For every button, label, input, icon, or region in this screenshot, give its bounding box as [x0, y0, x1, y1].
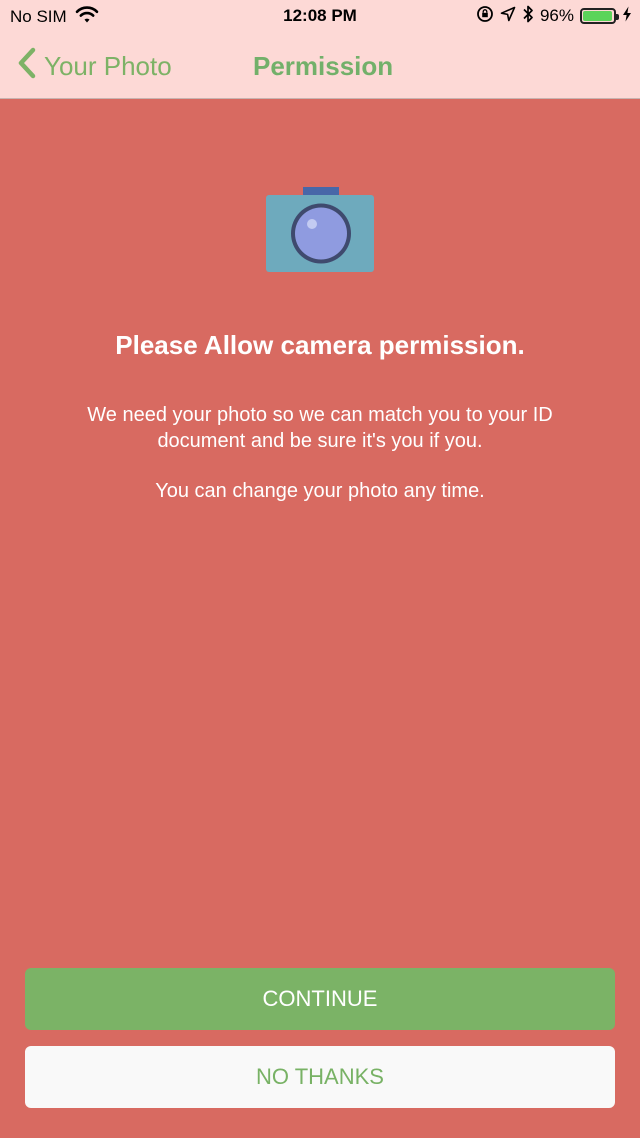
description-paragraph: We need your photo so we can match you t…	[87, 404, 553, 452]
back-button-label: Your Photo	[44, 50, 172, 81]
status-right: 96%	[476, 5, 632, 27]
battery-percent: 96%	[539, 6, 574, 25]
lock-rotation-icon	[476, 5, 494, 28]
description-paragraph: You can change your photo any time.	[155, 480, 485, 502]
page-title: Permission	[253, 51, 394, 81]
charging-bolt-icon	[622, 6, 632, 27]
header-area: No SIM 12:08 PM 96% Your Photo Permissio…	[0, 0, 640, 99]
battery-fill	[583, 11, 612, 21]
chevron-left-icon	[16, 47, 38, 86]
navigation-bar: Your Photo Permission	[0, 34, 640, 98]
camera-icon	[265, 186, 375, 274]
permission-description: We need your photo so we can match you t…	[50, 402, 590, 528]
back-button[interactable]: Your Photo	[16, 47, 172, 86]
permission-heading: Please Allow camera permission.	[115, 330, 525, 360]
battery-icon	[580, 8, 619, 24]
location-arrow-icon	[500, 6, 516, 27]
bluetooth-icon	[522, 4, 534, 29]
status-bar: No SIM 12:08 PM 96%	[0, 0, 640, 34]
continue-button[interactable]: CONTINUE	[25, 968, 615, 1030]
no-thanks-button[interactable]: NO THANKS	[25, 1046, 615, 1108]
